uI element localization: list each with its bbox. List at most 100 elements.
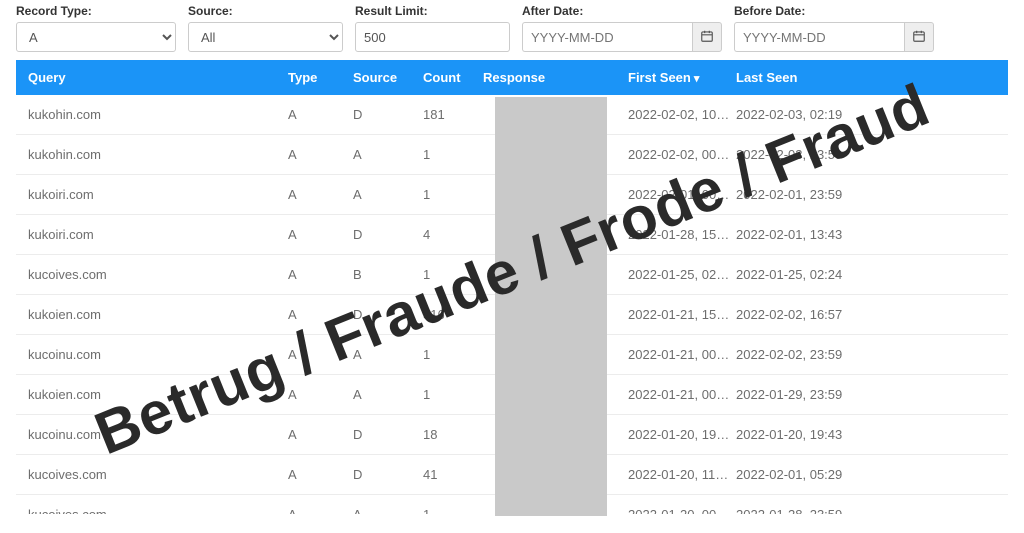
cell-type: A [288,427,353,442]
calendar-icon [912,29,926,46]
table-row[interactable]: kucoives.comAB1 2022-01-25, 02:242022-01-… [16,255,1008,295]
cell-source: A [353,187,423,202]
cell-type: A [288,387,353,402]
cell-count: 1 [423,507,483,514]
cell-last-seen: 2022-01-28, 23:59 [736,507,896,514]
cell-query: kucoinu.com [28,347,288,362]
cell-count: 316 [423,307,483,322]
cell-source: D [353,427,423,442]
cell-source: B [353,267,423,282]
record-type-group: Record Type: A [16,4,176,52]
source-select[interactable]: All [188,22,343,52]
before-date-label: Before Date: [734,4,934,18]
cell-query: kukoien.com [28,387,288,402]
filters-bar: Record Type: A Source: All Result Limit:… [16,4,1008,52]
table-row[interactable]: kukoiri.comAD42022-01-28, 15:062022-02-0… [16,215,1008,255]
source-group: Source: All [188,4,343,52]
table-row[interactable]: kukohin.comAA12022-02-02, 00:002022-02-0… [16,135,1008,175]
cell-first-seen: 2022-01-20, 00:00 [628,507,736,514]
cell-last-seen: 2022-01-25, 02:24 [736,267,896,282]
result-limit-label: Result Limit: [355,4,510,18]
calendar-icon [700,29,714,46]
col-last-seen[interactable]: Last Seen [736,70,896,85]
cell-query: kukoiri.com [28,227,288,242]
cell-type: A [288,307,353,322]
table-row[interactable]: kukoien.comAD316 2022-01-21, 15:032022-02… [16,295,1008,335]
cell-query: kukoien.com [28,307,288,322]
cell-source: A [353,507,423,514]
record-type-label: Record Type: [16,4,176,18]
cell-source: A [353,387,423,402]
cell-count: 1 [423,387,483,402]
cell-first-seen: 2022-01-25, 02:24 [628,267,736,282]
record-type-select[interactable]: A [16,22,176,52]
cell-count: 1 [423,147,483,162]
cell-query: kucoives.com [28,467,288,482]
cell-first-seen: 2022-01-20, 11:47 [628,467,736,482]
cell-count: 1 [423,267,483,282]
col-count[interactable]: Count [423,70,483,85]
before-date-input[interactable] [734,22,904,52]
table-body[interactable]: kukohin.comAD1812022-02-02, 10:182022-02… [16,95,1008,514]
cell-source: A [353,347,423,362]
col-response[interactable]: Response [483,70,628,85]
cell-query: kukohin.com [28,107,288,122]
before-date-group: Before Date: [734,4,934,52]
cell-count: 1 [423,347,483,362]
col-first-seen[interactable]: First Seen [628,70,736,85]
cell-query: kukohin.com [28,147,288,162]
cell-query: kucoives.com [28,267,288,282]
cell-type: A [288,187,353,202]
cell-count: 181 [423,107,483,122]
table-row[interactable]: kucoives.comAA12022-01-20, 00:002022-01-… [16,495,1008,514]
cell-query: kucoives.com [28,507,288,514]
col-source[interactable]: Source [353,70,423,85]
cell-query: kukoiri.com [28,187,288,202]
cell-first-seen: 2022-01-21, 00:00 [628,347,736,362]
cell-last-seen: 2022-02-03, 02:19 [736,107,896,122]
cell-first-seen: 2022-02-01, 00:00 [628,187,736,202]
after-date-group: After Date: [522,4,722,52]
after-date-calendar-button[interactable] [692,22,722,52]
after-date-label: After Date: [522,4,722,18]
cell-type: A [288,507,353,514]
cell-query: kucoinu.com [28,427,288,442]
cell-source: D [353,227,423,242]
cell-type: A [288,107,353,122]
cell-count: 1 [423,187,483,202]
table-row[interactable]: kukoiri.comAA12022-02-01, 00:002022-02-0… [16,175,1008,215]
table-row[interactable]: kucoinu.comAA12022-01-21, 00:002022-02-0… [16,335,1008,375]
col-query[interactable]: Query [28,70,288,85]
col-type[interactable]: Type [288,70,353,85]
table-row[interactable]: kukoien.comAA12022-01-21, 00:002022-01-2… [16,375,1008,415]
table-header: Query Type Source Count Response First S… [16,60,1008,95]
cell-first-seen: 2022-01-20, 19:31 [628,427,736,442]
results-table: Query Type Source Count Response First S… [16,60,1008,516]
cell-source: D [353,307,423,322]
after-date-input[interactable] [522,22,692,52]
cell-source: A [353,147,423,162]
result-limit-input[interactable] [355,22,510,52]
cell-last-seen: 2022-02-01, 13:43 [736,227,896,242]
cell-first-seen: 2022-01-28, 15:06 [628,227,736,242]
cell-last-seen: 2022-02-01, 23:59 [736,187,896,202]
cell-first-seen: 2022-02-02, 10:18 [628,107,736,122]
cell-type: A [288,147,353,162]
source-label: Source: [188,4,343,18]
cell-source: D [353,107,423,122]
cell-last-seen: 2022-01-29, 23:59 [736,387,896,402]
before-date-calendar-button[interactable] [904,22,934,52]
cell-type: A [288,267,353,282]
cell-first-seen: 2022-01-21, 15:03 [628,307,736,322]
cell-last-seen: 2022-02-02, 16:57 [736,307,896,322]
cell-source: D [353,467,423,482]
cell-type: A [288,467,353,482]
table-row[interactable]: kukohin.comAD181 2022-02-02, 10:182022-02… [16,95,1008,135]
cell-first-seen: 2022-01-21, 00:00 [628,387,736,402]
cell-last-seen: 2022-02-01, 05:29 [736,467,896,482]
table-row[interactable]: kucoinu.comAD182022-01-20, 19:312022-01-… [16,415,1008,455]
cell-last-seen: 2022-01-20, 19:43 [736,427,896,442]
table-row[interactable]: kucoives.comAD412022-01-20, 11:472022-02… [16,455,1008,495]
cell-count: 4 [423,227,483,242]
cell-type: A [288,347,353,362]
